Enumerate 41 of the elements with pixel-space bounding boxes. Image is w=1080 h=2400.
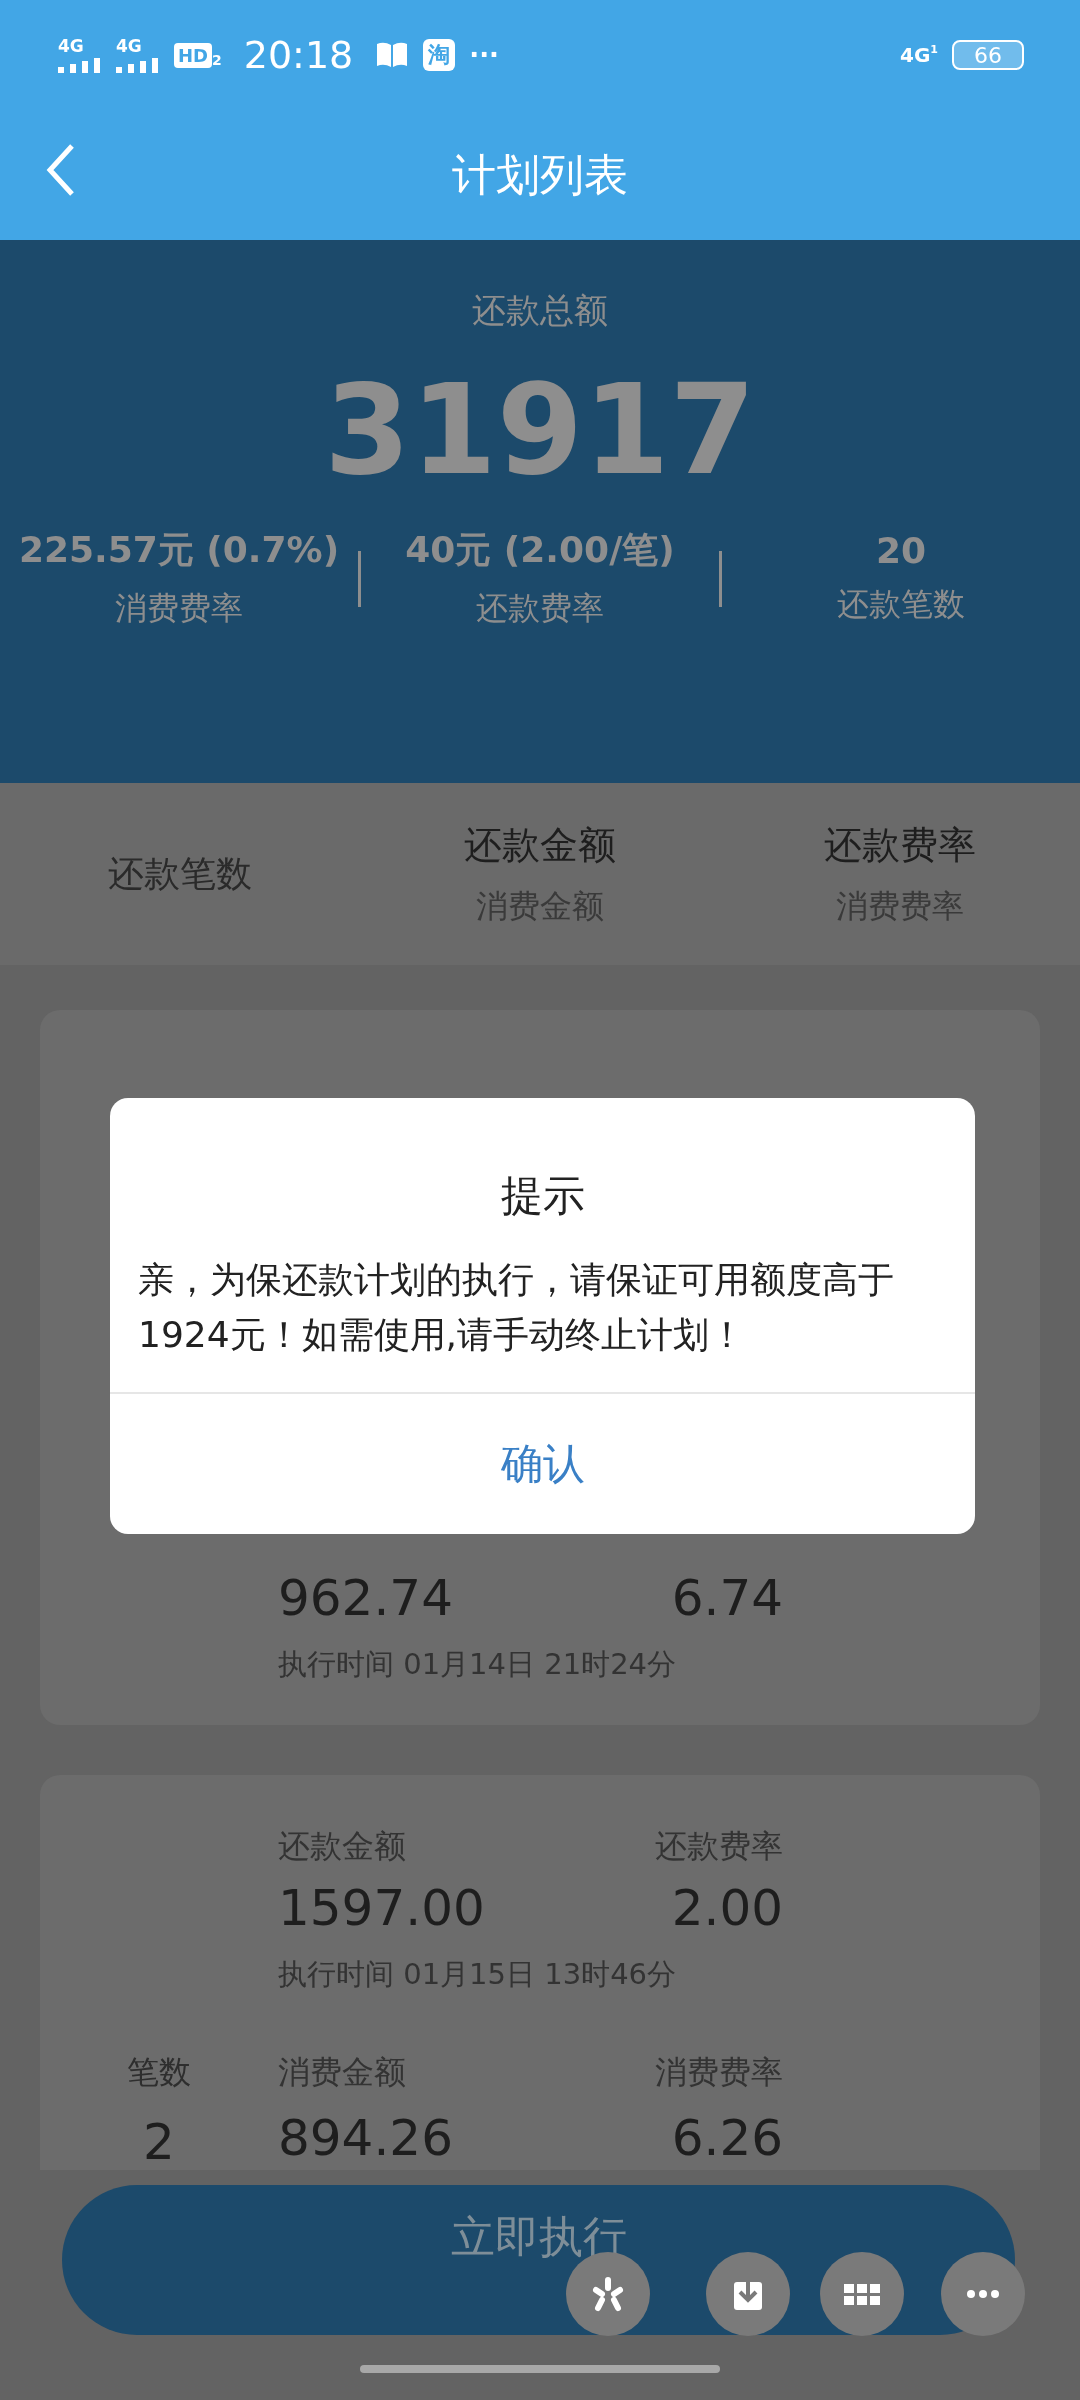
count-label: 笔数 (127, 2052, 191, 2093)
fee-label: 消费费率 (654, 2052, 783, 2093)
network-label: 4G (58, 37, 84, 55)
column-title: 还款金额 (464, 821, 616, 869)
execution-time: 执行时间 01月15日 13时46分 (278, 1956, 678, 1993)
signal-icon (116, 56, 160, 73)
column-title: 还款费率 (824, 821, 976, 869)
fee-value: 6.74 (670, 1569, 783, 1627)
total-label: 还款总额 (472, 289, 608, 332)
stat-label: 还款费率 (476, 588, 604, 630)
amount-label: 消费金额 (278, 2052, 407, 2093)
amount-value: 894.26 (278, 2109, 454, 2169)
column-title: 还款笔数 (108, 851, 252, 896)
fee-label: 还款费率 (654, 1826, 783, 1867)
stat-value: 20 (875, 530, 927, 572)
battery-indicator: 66 (952, 40, 1024, 70)
network-label: 4G (116, 37, 142, 55)
hd-index: 2 (212, 51, 222, 68)
fee-value: 6.26 (670, 2109, 783, 2169)
more-icon (967, 2290, 999, 2298)
amount-value: 1597.00 (278, 1879, 486, 1937)
page-title: 计划列表 (452, 147, 628, 202)
stat-value: 40元 (2.00/笔) (405, 528, 675, 573)
execution-time: 执行时间 01月14日 21时24分 (278, 1646, 678, 1683)
dialog-message: 亲，为保还款计划的执行，请保证可用额度高于1924元！如需使用,请手动终止计划！ (137, 1258, 895, 1357)
dialog-title: 提示 (499, 1170, 586, 1222)
app-badge: 淘 (423, 39, 456, 71)
amount-label: 还款金额 (278, 1826, 407, 1867)
signal-icon (58, 56, 102, 73)
amount-value: 962.74 (278, 1569, 454, 1627)
clock: 20:18 (243, 33, 354, 77)
stat-value: 225.57元 (0.7%) (18, 528, 340, 573)
stat-label: 消费费率 (115, 588, 243, 630)
stat-label: 还款笔数 (837, 584, 965, 626)
confirm-button[interactable]: 确认 (110, 1394, 975, 1534)
more-notifications: ··· (469, 40, 499, 70)
hd-badge: HD (174, 42, 212, 68)
count-value: 2 (143, 2113, 175, 2170)
total-amount: 31917 (324, 362, 756, 499)
book-icon (375, 41, 410, 69)
fee-value: 2.00 (670, 1879, 783, 1937)
